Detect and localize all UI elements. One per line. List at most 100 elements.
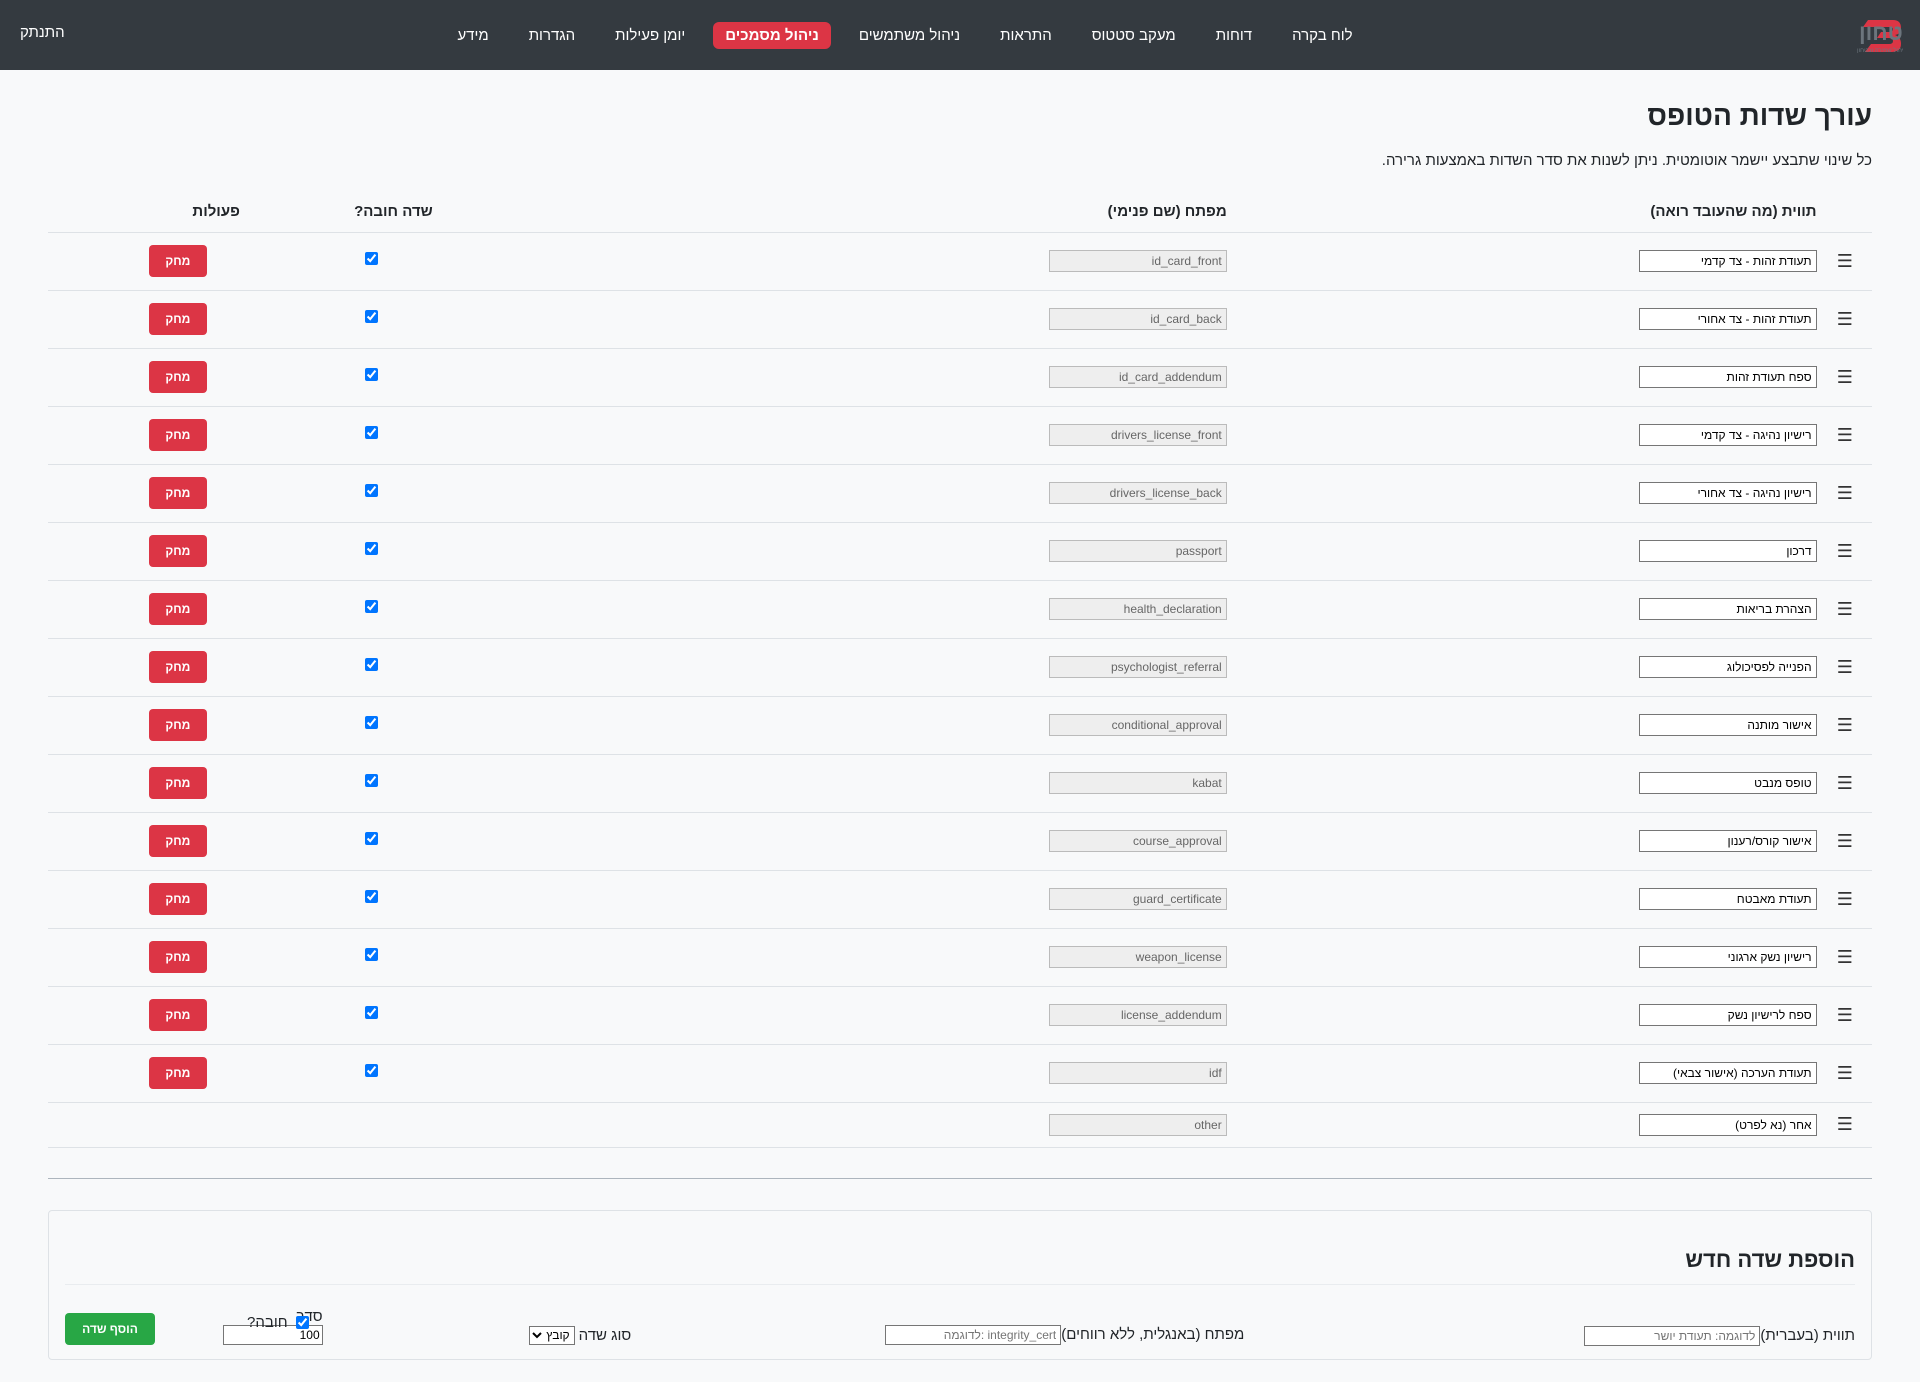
drag-handle-icon[interactable]: ☰ [1837,889,1853,910]
delete-button[interactable]: מחק [148,1057,207,1089]
required-checkbox[interactable] [364,484,378,497]
logout-link[interactable]: התנתק [20,24,65,41]
delete-button[interactable]: מחק [148,245,207,277]
required-checkbox[interactable] [364,716,378,729]
row-key-cell [433,870,1228,929]
required-checkbox[interactable] [364,426,378,439]
delete-button[interactable]: מחק [148,535,207,567]
nav-item-5[interactable]: ניהול מסמכים [713,21,831,49]
table-row[interactable]: ☰ [48,1102,1872,1148]
delete-button[interactable]: מחק [148,883,207,915]
drag-handle-icon[interactable]: ☰ [1837,599,1853,620]
field-label-input[interactable] [1638,888,1817,910]
required-checkbox[interactable] [364,1064,378,1077]
drag-handle-icon[interactable]: ☰ [1837,657,1853,678]
required-checkbox[interactable] [364,832,378,845]
required-checkbox[interactable] [364,890,378,903]
table-row[interactable]: ☰ מחק [48,870,1872,929]
required-checkbox[interactable] [364,542,378,555]
field-label-input[interactable] [1638,482,1817,504]
field-label-input[interactable] [1638,946,1817,968]
field-label-input[interactable] [1638,1062,1817,1084]
row-handle-cell: ☰ [1817,928,1872,987]
table-row[interactable]: ☰ מחק [48,986,1872,1045]
table-row[interactable]: ☰ מחק [48,348,1872,407]
field-label-input[interactable] [1638,308,1817,330]
table-row[interactable]: ☰ מחק [48,232,1872,291]
delete-button[interactable]: מחק [148,477,207,509]
table-row[interactable]: ☰ מחק [48,928,1872,987]
delete-button[interactable]: מחק [148,651,207,683]
add-field-button[interactable]: הוסף שדה [65,1312,155,1345]
row-key-cell [433,812,1228,871]
table-row[interactable]: ☰ מחק [48,522,1872,581]
nav-item-2[interactable]: מעקב סטטוס [1080,22,1188,49]
drag-handle-icon[interactable]: ☰ [1837,831,1853,852]
drag-handle-icon[interactable]: ☰ [1837,483,1853,504]
nav-item-0[interactable]: לוח בקרה [1280,22,1364,49]
required-checkbox[interactable] [364,310,378,323]
drag-handle-icon[interactable]: ☰ [1837,773,1853,794]
nav-item-8[interactable]: מידע [445,22,500,49]
field-label-input[interactable] [1638,366,1817,388]
drag-handle-icon[interactable]: ☰ [1837,715,1853,736]
required-checkbox[interactable] [364,774,378,787]
required-checkbox[interactable] [364,252,378,265]
field-label-input[interactable] [1638,424,1817,446]
new-type-select[interactable]: קובץ [528,1325,575,1345]
delete-button[interactable]: מחק [148,941,207,973]
field-label-input[interactable] [1638,1004,1817,1026]
delete-button[interactable]: מחק [148,593,207,625]
drag-handle-icon[interactable]: ☰ [1837,947,1853,968]
table-row[interactable]: ☰ מחק [48,754,1872,813]
drag-handle-icon[interactable]: ☰ [1837,1114,1853,1135]
nav-item-1[interactable]: דוחות [1204,22,1264,49]
row-handle-cell: ☰ [1817,522,1872,581]
delete-button[interactable]: מחק [148,419,207,451]
field-label-input[interactable] [1638,656,1817,678]
row-actions-cell: מחק [48,580,241,639]
required-checkbox[interactable] [364,368,378,381]
nav-item-4[interactable]: ניהול משתמשים [847,22,972,49]
delete-button[interactable]: מחק [148,999,207,1031]
table-row[interactable]: ☰ מחק [48,580,1872,639]
field-label-input[interactable] [1638,772,1817,794]
field-label-input[interactable] [1638,598,1817,620]
new-label-input[interactable] [1584,1325,1761,1346]
table-row[interactable]: ☰ מחק [48,638,1872,697]
delete-button[interactable]: מחק [148,767,207,799]
drag-handle-icon[interactable]: ☰ [1837,251,1853,272]
drag-handle-icon[interactable]: ☰ [1837,541,1853,562]
table-row[interactable]: ☰ מחק [48,696,1872,755]
delete-button[interactable]: מחק [148,825,207,857]
required-checkbox[interactable] [364,658,378,671]
field-label-input[interactable] [1638,714,1817,736]
table-row[interactable]: ☰ מחק [48,1044,1872,1103]
field-label-input[interactable] [1638,1113,1817,1136]
field-label-input[interactable] [1638,540,1817,562]
table-row[interactable]: ☰ מחק [48,464,1872,523]
delete-button[interactable]: מחק [148,709,207,741]
field-label-input[interactable] [1638,250,1817,272]
nav-item-3[interactable]: התראות [988,22,1064,49]
drag-handle-icon[interactable]: ☰ [1837,1005,1853,1026]
drag-handle-icon[interactable]: ☰ [1837,1063,1853,1084]
required-checkbox[interactable] [364,948,378,961]
drag-handle-icon[interactable]: ☰ [1837,425,1853,446]
required-checkbox[interactable] [364,600,378,613]
nav-item-6[interactable]: יומן פעילות [603,22,697,49]
delete-button[interactable]: מחק [148,361,207,393]
nav-item-7[interactable]: הגדרות [517,22,587,49]
table-row[interactable]: ☰ מחק [48,812,1872,871]
required-checkbox[interactable] [364,1006,378,1019]
new-key-input[interactable] [885,1324,1062,1345]
table-row[interactable]: ☰ מחק [48,406,1872,465]
drag-handle-icon[interactable]: ☰ [1837,309,1853,330]
table-row[interactable]: ☰ מחק [48,290,1872,349]
row-required-cell [240,580,434,639]
new-required-checkbox[interactable] [295,1315,309,1329]
row-required-cell [240,696,434,755]
delete-button[interactable]: מחק [148,303,207,335]
field-label-input[interactable] [1638,830,1817,852]
drag-handle-icon[interactable]: ☰ [1837,367,1853,388]
